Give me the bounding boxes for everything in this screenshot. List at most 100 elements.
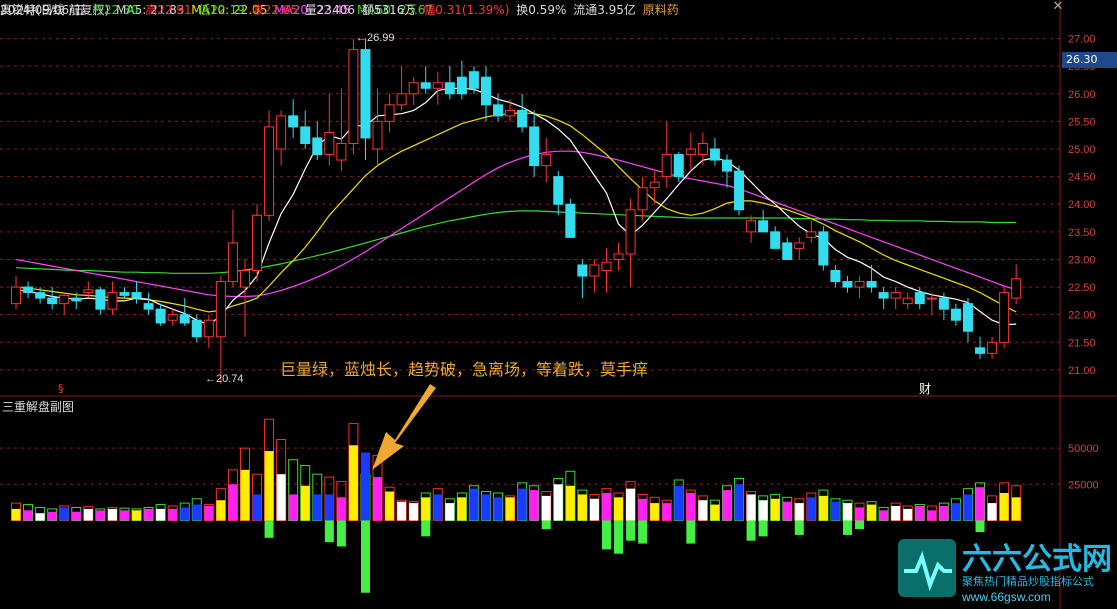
candle-body — [480, 76, 491, 106]
candle-body — [264, 126, 275, 216]
volume-negative-bar — [842, 520, 852, 535]
volume-fill-bar — [529, 490, 539, 521]
candle-body — [252, 214, 263, 272]
volume-fill-bar — [891, 506, 901, 521]
volume-fill-bar — [722, 490, 732, 521]
candle-body — [890, 292, 901, 299]
volume-fill-bar — [589, 498, 599, 521]
candle-body — [878, 292, 889, 299]
price-tick-label: 24.00 — [1068, 199, 1096, 211]
volume-fill-bar — [842, 503, 852, 521]
ma10-line — [15, 111, 1017, 313]
candle-body — [529, 126, 540, 167]
volume-fill-bar — [987, 503, 997, 521]
candle-body — [999, 292, 1010, 343]
close-icon[interactable]: ✕ — [1051, 0, 1065, 14]
candle-body — [950, 308, 961, 321]
volume-fill-bar — [132, 510, 142, 521]
volume-fill-bar — [746, 494, 756, 521]
volume-fill-bar — [204, 506, 214, 521]
strategy-note: 巨量绿，蓝烛长，趋势破，急离场，等着跌，莫手痒 — [280, 360, 648, 379]
candle-body — [649, 181, 660, 189]
chart-canvas[interactable]: 27.0026.5026.0025.5025.0024.5024.0023.50… — [0, 0, 1117, 609]
volume-fill-bar — [794, 503, 804, 521]
volume-negative-bar — [626, 520, 636, 541]
stock-chart-window: 27.0026.5026.0025.5025.0024.5024.0023.50… — [0, 0, 1117, 609]
volume-fill-bar — [264, 451, 274, 521]
volume-fill-bar — [433, 494, 443, 521]
volume-fill-bar — [999, 492, 1009, 521]
volume-fill-bar — [457, 497, 467, 521]
candle-body — [155, 308, 166, 324]
candle-body — [553, 176, 564, 205]
candle-body — [191, 319, 202, 338]
volume-fill-bar — [734, 484, 744, 521]
volume-fill-bar — [348, 445, 358, 521]
volume-fill-bar — [216, 500, 226, 521]
volume-fill-bar — [577, 494, 587, 521]
volume-fill-bar — [47, 511, 57, 521]
volume-fill-bar — [240, 469, 250, 521]
volume-fill-bar — [71, 511, 81, 521]
candle-body — [770, 231, 781, 249]
volume-fill-bar — [505, 497, 515, 521]
indicator-title[interactable]: 三重解盘副图 — [2, 398, 74, 415]
candle-body — [23, 286, 34, 294]
logo-url: www.66gsw.com — [961, 590, 1051, 604]
candle-body — [179, 314, 190, 324]
volume-negative-bar — [746, 520, 756, 541]
volume-fill-bar — [144, 508, 154, 521]
candle-body — [239, 270, 250, 288]
volume-fill-bar — [830, 501, 840, 521]
price-tick-label: 21.00 — [1068, 365, 1096, 377]
candle-body — [1011, 278, 1022, 299]
candle-body — [336, 142, 347, 161]
candle-body — [324, 131, 335, 156]
logo-brand-text: 六六公式网 — [962, 543, 1112, 576]
volume-fill-bar — [228, 484, 238, 521]
quote-turnover: 换0.59% — [516, 3, 567, 17]
volume-negative-bar — [794, 520, 804, 535]
quote-close: 收22.65 — [251, 3, 298, 17]
candle-body — [203, 319, 214, 338]
candle-body — [577, 264, 588, 277]
candle-body — [119, 292, 130, 296]
candle-body — [468, 71, 479, 89]
volume-fill-bar — [553, 484, 563, 521]
price-tick-label: 26.00 — [1068, 89, 1096, 101]
candle-body — [697, 142, 708, 156]
volume-fill-bar — [601, 492, 611, 521]
candle-body — [589, 264, 600, 277]
price-axis: 27.0026.5026.0025.5025.0024.5024.0023.50… — [1068, 34, 1099, 492]
volume-negative-bar — [686, 520, 696, 544]
volume-fill-bar — [517, 488, 527, 521]
volume-fill-bar — [421, 497, 431, 521]
candle-body — [384, 104, 395, 122]
candle-body — [661, 154, 672, 178]
volume-fill-bar — [469, 488, 479, 521]
candle-body — [601, 261, 612, 272]
volume-fill-bar — [626, 488, 636, 521]
volume-fill-bar — [397, 501, 407, 521]
volume-negative-bar — [541, 520, 551, 530]
volume-fill-bar — [493, 497, 503, 521]
candle-body — [11, 286, 22, 305]
high-price-label: ←26.99 — [356, 32, 395, 44]
candle-body — [83, 289, 94, 294]
quote-sector[interactable]: 原料药 — [643, 3, 679, 17]
volume-fill-bar — [674, 485, 684, 521]
volume-fill-bar — [686, 492, 696, 521]
price-tick-label: 27.00 — [1068, 34, 1096, 46]
volume-negative-bar — [336, 520, 346, 547]
volume-fill-bar — [180, 507, 190, 521]
volume-fill-bar — [300, 485, 310, 521]
candle-body — [312, 137, 323, 156]
candle-body — [288, 115, 299, 128]
volume-indicator-layer — [11, 418, 1022, 593]
volume-fill-bar — [903, 508, 913, 521]
volume-fill-bar — [867, 504, 877, 521]
volume-fill-bar — [650, 503, 660, 521]
candle-body — [107, 292, 118, 310]
volume-fill-bar — [445, 503, 455, 521]
candle-body — [444, 82, 455, 95]
